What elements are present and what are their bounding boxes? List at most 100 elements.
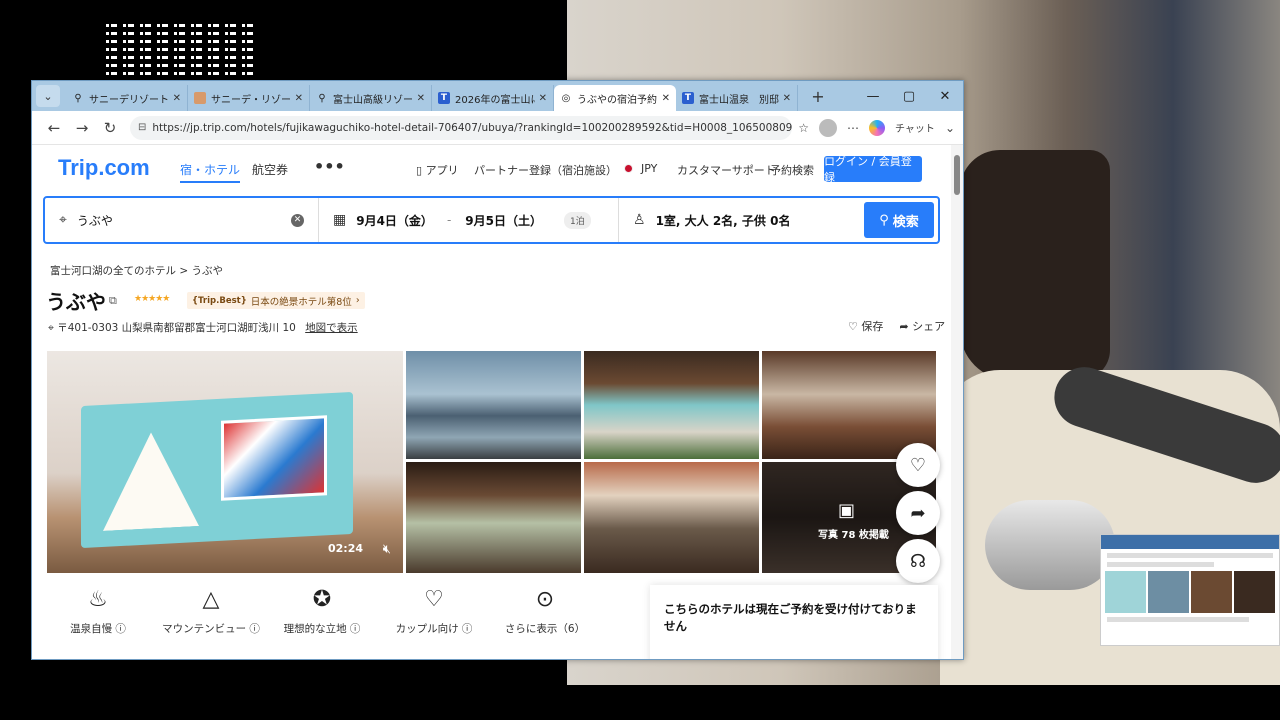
amenity-more[interactable]: ⊙ さらに表示（6） (495, 587, 595, 636)
support-link[interactable]: カスタマーサポート (677, 162, 776, 178)
date-separator: - (446, 213, 452, 227)
share-arrow-icon[interactable]: ➦ (896, 491, 940, 535)
partner-link[interactable]: パートナー登録（宿泊施設） (474, 162, 617, 178)
location-star-icon: ✪ (312, 587, 332, 612)
chevron-right-icon: › (355, 295, 360, 306)
nav-more-icon[interactable]: ••• (314, 157, 345, 176)
destination-field[interactable]: ⌖ うぶや ✕ (45, 198, 319, 242)
browser-window: ⌄ ⚲ サニーデリゾート 予 ✕ サニーデ・リゾート（ ✕ ⚲ 富士山高級リゾー… (31, 80, 964, 660)
tab-title: 富士山温泉 別邸 (699, 94, 779, 106)
amenity-item[interactable]: △ マウンテンビュー ⓘ (161, 587, 261, 636)
video-duration: 02:24 (327, 542, 363, 555)
tab-title: うぶやの宿泊予約・口 (577, 94, 658, 106)
location-pin-icon: ⌖ (59, 212, 67, 228)
menu-dots-icon[interactable]: ⋯ (847, 121, 859, 135)
chat-label[interactable]: チャット (895, 120, 935, 135)
close-icon[interactable]: ✕ (295, 93, 303, 104)
nav-flights[interactable]: 航空券 (252, 161, 288, 178)
gallery-photo[interactable] (762, 351, 936, 459)
person-icon: ♙ (633, 212, 646, 228)
gallery-photo[interactable] (406, 351, 581, 459)
browser-tab[interactable]: サニーデ・リゾート（ ✕ (188, 85, 310, 111)
guests-value: 1室, 大人 2名, 子供 0名 (655, 213, 791, 228)
photo-gallery: 02:24 🔇︎ ▣ 写真 78 枚掲載 (47, 351, 936, 573)
mountain-icon: △ (202, 587, 220, 612)
breadcrumb: 富士河口湖の全てのホテル > うぶや (50, 263, 223, 278)
app-link[interactable]: ▯ アプリ (416, 162, 459, 178)
close-icon[interactable]: ✕ (173, 93, 181, 104)
hotel-address: ⌖ 〒401-0303 山梨県南都留郡富士河口湖町浅川 10 地図で表示 (48, 320, 358, 335)
minimize-icon[interactable]: — (855, 81, 891, 111)
url-field[interactable]: ⊟ https://jp.trip.com/hotels/fujikawaguc… (130, 115, 793, 140)
tab-actions-chevron-icon[interactable]: ⌄ (36, 85, 60, 107)
currency-selector[interactable]: JPY (624, 162, 657, 175)
onsen-icon: ♨ (88, 587, 108, 612)
save-button[interactable]: ♡ 保存 (848, 318, 883, 334)
browser-tab[interactable]: ⚲ サニーデリゾート 予 ✕ (66, 85, 188, 111)
reload-icon[interactable]: ↻ (96, 119, 124, 137)
search-icon: ⚲ (318, 92, 326, 104)
amenity-item[interactable]: ✪ 理想的な立地 ⓘ (272, 587, 372, 636)
gallery-photo[interactable] (584, 351, 759, 459)
close-icon[interactable]: ✕ (417, 93, 425, 104)
copilot-icon[interactable] (869, 119, 886, 136)
bottom-black-bar (567, 685, 1280, 720)
hotel-icon (194, 92, 206, 104)
award-badge[interactable]: {Trip.Best} 日本の絶景ホテル第8位 › (187, 292, 365, 309)
search-button[interactable]: ⚲ 検索 (864, 202, 934, 238)
favorite-heart-icon[interactable]: ♡ (896, 443, 940, 487)
couple-heart-icon: ♡ (424, 587, 444, 612)
new-tab-plus-icon[interactable]: + (806, 87, 830, 106)
photos-icon: ▣ (838, 500, 856, 521)
amenity-item[interactable]: ♨ 温泉自慢 ⓘ (48, 587, 148, 636)
address-bar-row: ← → ↻ ⊟ https://jp.trip.com/hotels/fujik… (32, 111, 963, 145)
heart-icon: ♡ (848, 320, 858, 333)
tab-title: 2026年の富士山に近 (455, 94, 535, 106)
browser-tab[interactable]: T 富士山温泉 別邸 ✕ (676, 85, 798, 111)
bookings-link[interactable]: 予約検索 (770, 162, 814, 178)
back-icon[interactable]: ← (40, 119, 68, 137)
site-logo[interactable]: Trip.com (58, 155, 150, 181)
maximize-icon[interactable]: ▢ (891, 81, 927, 111)
page-scrollbar[interactable] (951, 145, 963, 659)
breadcrumb-parent[interactable]: 富士河口湖の全てのホテル (50, 265, 176, 277)
close-icon[interactable]: ✕ (662, 93, 670, 104)
favorites-icon[interactable]: ☆ (798, 121, 809, 135)
forward-icon[interactable]: → (68, 119, 96, 137)
amenity-item[interactable]: ♡ カップル向け ⓘ (384, 587, 484, 636)
mute-icon[interactable]: 🔇︎ (383, 542, 391, 557)
close-window-icon[interactable]: ✕ (927, 81, 963, 111)
hotel-video[interactable]: 02:24 🔇︎ (47, 351, 403, 573)
location-pin-icon: ⌖ (48, 322, 58, 334)
search-bar: ⌖ うぶや ✕ ▦ 9月4日（金） - 9月5日（土） 1泊 ♙ 1室, 大人 … (43, 196, 940, 244)
clear-icon[interactable]: ✕ (291, 213, 304, 227)
breadcrumb-separator: > (179, 265, 189, 277)
gallery-photo[interactable] (406, 462, 581, 573)
nav-hotels[interactable]: 宿・ホテル (180, 161, 241, 183)
chevron-down-icon[interactable]: ⌄ (945, 121, 955, 135)
site-info-icon[interactable]: ⊟ (138, 122, 146, 133)
login-button[interactable]: ログイン / 会員登録 (824, 155, 922, 184)
share-button[interactable]: ➦ シェア (899, 318, 945, 334)
support-headset-icon[interactable]: ☊ (896, 539, 940, 583)
guests-field[interactable]: ♙ 1室, 大人 2名, 子供 0名 (619, 198, 864, 242)
browser-tab[interactable]: T 2026年の富士山に近 ✕ (432, 85, 554, 111)
copy-icon[interactable]: ⧉ (109, 294, 117, 308)
notice-text: こちらのホテルは現在ご予約を受け付けておりません (664, 602, 917, 633)
photos-count: 写真 78 枚掲載 (818, 530, 889, 541)
more-icon: ⊙ (535, 587, 555, 612)
map-link[interactable]: 地図で表示 (305, 322, 358, 334)
breadcrumb-current: うぶや (191, 265, 224, 277)
browser-tab-active[interactable]: ◎ うぶやの宿泊予約・口 ✕ (554, 85, 676, 111)
browser-tab[interactable]: ⚲ 富士山高級リゾート ✕ (310, 85, 432, 111)
gallery-photo[interactable] (584, 462, 759, 573)
hotel-name: うぶや (46, 290, 106, 314)
qr-code (100, 22, 255, 80)
close-icon[interactable]: ✕ (539, 93, 547, 104)
booking-unavailable-notice: こちらのホテルは現在ご予約を受け付けておりません (650, 585, 938, 659)
profile-avatar[interactable] (819, 118, 838, 137)
checkin-date: 9月4日（金） (356, 213, 433, 228)
close-icon[interactable]: ✕ (783, 93, 791, 104)
dates-field[interactable]: ▦ 9月4日（金） - 9月5日（土） 1泊 (319, 198, 619, 242)
search-icon: ⚲ (879, 212, 889, 228)
